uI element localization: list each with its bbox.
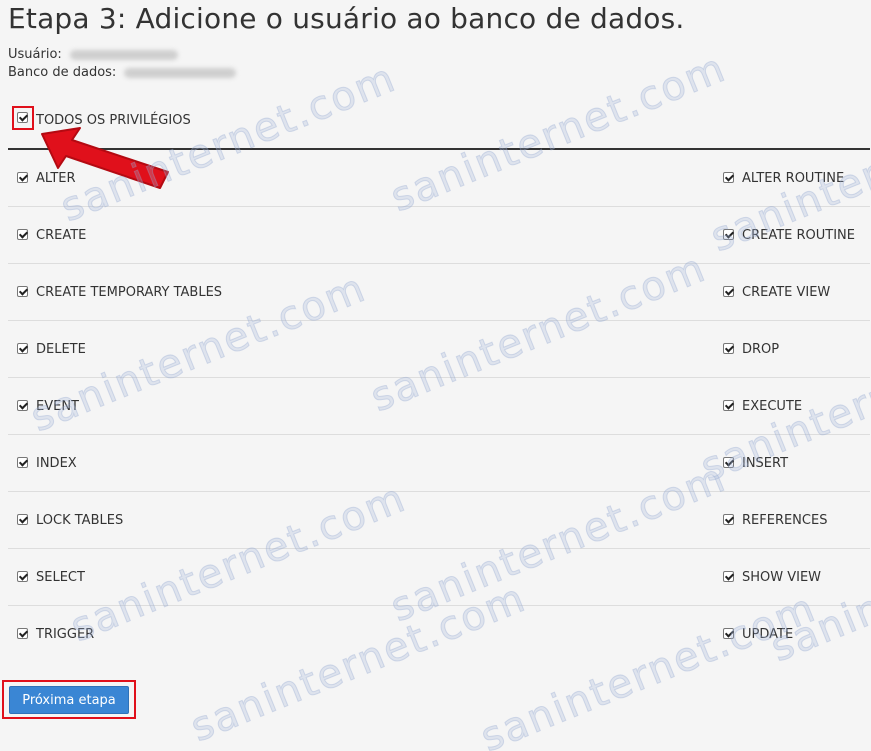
privilege-item[interactable]: DROP: [723, 342, 779, 357]
privilege-item[interactable]: REFERENCES: [723, 513, 827, 528]
privilege-label: LOCK TABLES: [36, 513, 124, 528]
all-privileges-highlight: [12, 106, 34, 130]
privilege-label: INDEX: [36, 456, 77, 471]
user-info: Usuário:: [8, 47, 178, 62]
privilege-checkbox[interactable]: [723, 628, 734, 639]
privilege-row: CREATE TEMPORARY TABLES CREATE VIEW: [8, 264, 870, 321]
privilege-checkbox[interactable]: [17, 457, 28, 468]
privilege-label: ALTER: [36, 171, 76, 186]
privilege-row: SELECT SHOW VIEW: [8, 549, 870, 606]
privilege-label: CREATE ROUTINE: [742, 228, 855, 243]
privilege-label: CREATE VIEW: [742, 285, 831, 300]
all-privileges-checkbox[interactable]: [17, 112, 28, 123]
privilege-checkbox[interactable]: [723, 514, 734, 525]
privilege-label: ALTER ROUTINE: [742, 171, 845, 186]
privileges-grid: ALTER ALTER ROUTINE CREATE CREATE ROUTINE CR…: [8, 150, 870, 662]
privilege-checkbox[interactable]: [17, 172, 28, 183]
privilege-checkbox[interactable]: [723, 400, 734, 411]
privilege-checkbox[interactable]: [723, 571, 734, 582]
privilege-checkbox[interactable]: [17, 286, 28, 297]
privilege-item[interactable]: SELECT: [17, 570, 85, 585]
privilege-label: CREATE TEMPORARY TABLES: [36, 285, 223, 300]
privilege-row: CREATE CREATE ROUTINE: [8, 207, 870, 264]
privilege-label: SHOW VIEW: [742, 570, 822, 585]
privilege-item[interactable]: CREATE ROUTINE: [723, 228, 855, 243]
privilege-item[interactable]: INSERT: [723, 456, 788, 471]
privilege-checkbox[interactable]: [17, 571, 28, 582]
privilege-checkbox[interactable]: [723, 457, 734, 468]
privilege-label: DROP: [742, 342, 780, 357]
page-title: Etapa 3: Adicione o usuário ao banco de …: [8, 2, 685, 35]
database-value-redacted: [124, 67, 237, 78]
database-label: Banco de dados:: [8, 65, 117, 80]
privilege-item[interactable]: SHOW VIEW: [723, 570, 821, 585]
privilege-item[interactable]: EVENT: [17, 399, 79, 414]
privilege-item[interactable]: ALTER ROUTINE: [723, 171, 844, 186]
privilege-item[interactable]: CREATE: [17, 228, 86, 243]
privilege-row: EVENT EXECUTE: [8, 378, 870, 435]
privilege-row: TRIGGER UPDATE: [8, 606, 870, 662]
privilege-label: SELECT: [36, 570, 85, 585]
database-info: Banco de dados:: [8, 65, 237, 80]
privilege-row: ALTER ALTER ROUTINE: [8, 150, 870, 207]
privilege-label: DELETE: [36, 342, 86, 357]
privilege-item[interactable]: LOCK TABLES: [17, 513, 123, 528]
privilege-checkbox[interactable]: [723, 286, 734, 297]
privilege-checkbox[interactable]: [723, 229, 734, 240]
privilege-item[interactable]: INDEX: [17, 456, 77, 471]
privilege-row: DELETE DROP: [8, 321, 870, 378]
privilege-label: CREATE: [36, 228, 87, 243]
next-button-highlight: Próxima etapa: [2, 680, 136, 719]
privilege-checkbox[interactable]: [723, 172, 734, 183]
privilege-checkbox[interactable]: [17, 229, 28, 240]
user-label: Usuário:: [8, 47, 62, 62]
privilege-row: LOCK TABLES REFERENCES: [8, 492, 870, 549]
privilege-label: EXECUTE: [742, 399, 803, 414]
privilege-checkbox[interactable]: [17, 514, 28, 525]
privilege-label: INSERT: [742, 456, 789, 471]
privilege-item[interactable]: TRIGGER: [17, 627, 94, 642]
privilege-item[interactable]: CREATE TEMPORARY TABLES: [17, 285, 222, 300]
privilege-item[interactable]: EXECUTE: [723, 399, 802, 414]
privilege-checkbox[interactable]: [17, 628, 28, 639]
privilege-label: REFERENCES: [742, 513, 828, 528]
privilege-checkbox[interactable]: [723, 343, 734, 354]
next-step-button[interactable]: Próxima etapa: [9, 686, 129, 714]
privilege-label: TRIGGER: [36, 627, 95, 642]
privilege-item[interactable]: UPDATE: [723, 627, 793, 642]
privilege-checkbox[interactable]: [17, 400, 28, 411]
privilege-item[interactable]: CREATE VIEW: [723, 285, 830, 300]
user-value-redacted: [69, 49, 178, 60]
privilege-label: EVENT: [36, 399, 79, 414]
privilege-checkbox[interactable]: [17, 343, 28, 354]
privilege-item[interactable]: DELETE: [17, 342, 86, 357]
privilege-item[interactable]: ALTER: [17, 171, 76, 186]
privilege-label: UPDATE: [742, 627, 794, 642]
privilege-row: INDEX INSERT: [8, 435, 870, 492]
